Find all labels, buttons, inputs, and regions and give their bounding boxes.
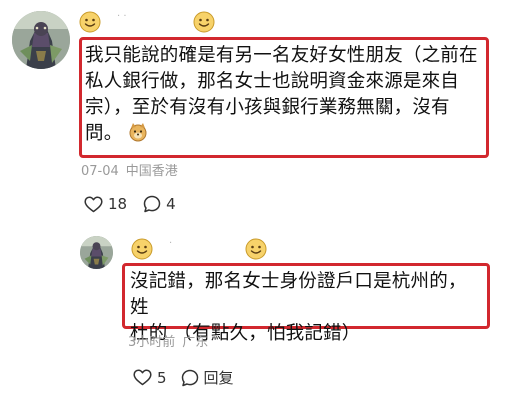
reply-count: 4	[166, 195, 176, 213]
like-count: 18	[108, 195, 128, 213]
like-count: 5	[157, 368, 167, 387]
heart-outline-icon	[133, 369, 152, 386]
heart-outline-icon	[84, 195, 103, 212]
comment-thread: · · 我只能說的確是有另一名友好女性朋友（之前在 私人銀行做，那名女士也說明資…	[0, 0, 506, 400]
comment-time: 3小时前	[128, 335, 176, 350]
like-button[interactable]: 5	[133, 369, 167, 387]
comment-location: 广东	[182, 335, 209, 350]
reply-comment-highlight-box: 沒記錯，那名女士身份證戶口是杭州的，姓 杜的 （有點久，怕我記錯）	[122, 263, 490, 344]
like-button[interactable]: 18	[84, 195, 127, 213]
main-comment-text: 我只能說的確是有另一名友好女性朋友（之前在 私人銀行做，那名女士也說明資金來源是…	[85, 43, 478, 150]
smiling-face-emoji-icon	[193, 11, 215, 33]
username-obscured: ·	[169, 238, 173, 249]
comment-location: 中国香港	[125, 164, 178, 179]
speech-bubble-icon	[143, 195, 161, 213]
comment-date: 07-04	[81, 164, 119, 179]
main-comment-highlight-box: 我只能說的確是有另一名友好女性朋友（之前在 私人銀行做，那名女士也說明資金來源是…	[79, 37, 489, 158]
reply-count-button[interactable]: 4	[143, 195, 176, 213]
speech-bubble-icon	[181, 369, 198, 386]
smiling-face-emoji-icon	[245, 238, 267, 260]
commenter-avatar[interactable]	[12, 11, 70, 69]
reply-comment-actions: 5 回复	[133, 367, 234, 388]
main-comment-meta: 07-04 中国香港	[81, 164, 178, 180]
reply-button[interactable]: 回复	[181, 367, 234, 388]
commenter-name-row[interactable]: · ·	[79, 11, 215, 33]
avatar-image	[12, 11, 70, 69]
reply-comment-meta: 3小时前 广东	[128, 335, 208, 351]
reply-label: 回复	[203, 369, 234, 387]
username-obscured: · ·	[117, 11, 127, 22]
smiling-face-emoji-icon	[131, 238, 153, 260]
avatar-image	[80, 236, 113, 269]
doge-face-emoji-icon	[128, 122, 148, 150]
smiling-face-emoji-icon	[79, 11, 101, 33]
reply-commenter-name-row[interactable]: ·	[131, 238, 267, 260]
reply-commenter-avatar[interactable]	[80, 236, 113, 269]
main-comment-actions: 18 4	[84, 195, 176, 213]
